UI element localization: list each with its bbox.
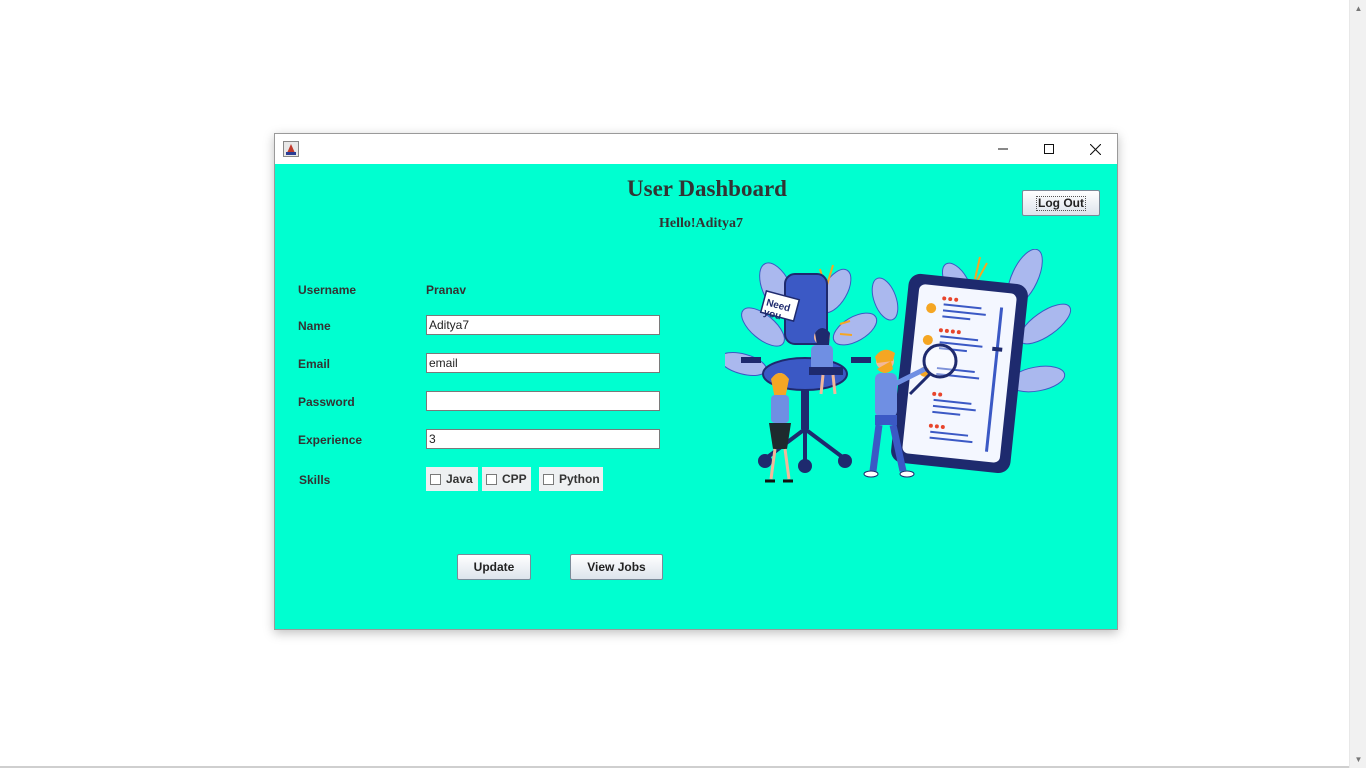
scroll-down-arrow-icon[interactable]: ▼ [1350, 751, 1366, 768]
page-title: User Dashboard [627, 176, 787, 201]
username-value: Pranav [426, 283, 467, 297]
password-label: Password [298, 395, 355, 409]
username-label: Username [298, 283, 357, 297]
checkbox-icon [430, 473, 441, 485]
email-field[interactable] [426, 353, 660, 373]
checkbox-icon [486, 473, 497, 485]
name-field[interactable] [426, 315, 660, 335]
maximize-icon [1044, 144, 1054, 154]
skill-checkbox-cpp[interactable]: CPP [482, 467, 531, 491]
maximize-button[interactable] [1026, 134, 1072, 164]
view-jobs-button[interactable]: View Jobs [570, 554, 663, 580]
checkbox-icon [543, 473, 554, 485]
skill-checkbox-python[interactable]: Python [539, 467, 603, 491]
experience-label: Experience [298, 433, 363, 447]
email-label: Email [298, 357, 331, 371]
skills-label: Skills [299, 473, 331, 487]
name-label: Name [298, 319, 331, 333]
skill-checkbox-java[interactable]: Java [426, 467, 478, 491]
greeting-text: Hello!Aditya7 [659, 216, 743, 231]
experience-field[interactable] [426, 429, 660, 449]
minimize-button[interactable] [980, 134, 1026, 164]
logout-button[interactable]: Log Out [1022, 190, 1100, 216]
title-bar[interactable] [275, 134, 1117, 164]
dashboard-panel: User Dashboard Hello!Aditya7 Log Out Use… [275, 164, 1117, 629]
skill-python-label: Python [559, 472, 600, 486]
page-scrollbar[interactable]: ▲ ▼ [1349, 0, 1366, 768]
password-field[interactable] [426, 391, 660, 411]
recruitment-illustration: Need you [725, 249, 1072, 483]
scroll-up-arrow-icon[interactable]: ▲ [1350, 0, 1366, 17]
app-window: User Dashboard Hello!Aditya7 Log Out Use… [274, 133, 1118, 630]
close-icon [1089, 143, 1101, 155]
minimize-icon [998, 148, 1008, 150]
logout-button-label: Log Out [1036, 195, 1086, 211]
skill-java-label: Java [446, 472, 473, 486]
skill-cpp-label: CPP [502, 472, 527, 486]
java-app-icon [283, 141, 299, 157]
update-button[interactable]: Update [457, 554, 531, 580]
close-button[interactable] [1072, 134, 1118, 164]
